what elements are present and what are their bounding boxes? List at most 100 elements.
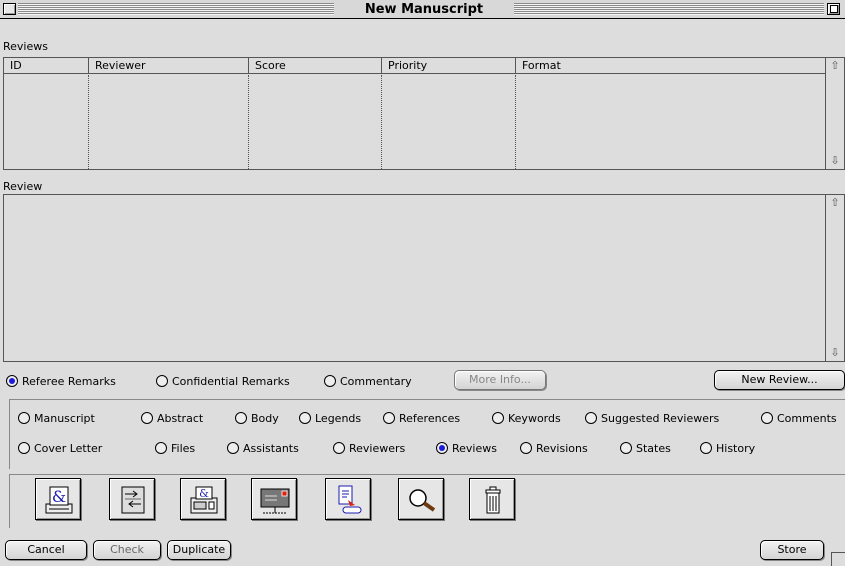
column-divider — [249, 75, 382, 169]
radio-label: Abstract — [157, 412, 204, 425]
zoom-box[interactable] — [827, 3, 840, 15]
scroll-down-icon[interactable]: ⇩ — [829, 347, 841, 359]
radio-label: Commentary — [340, 375, 412, 388]
reviews-scrollbar[interactable]: ⇧ ⇩ — [825, 58, 844, 169]
title-bar-stripes — [514, 3, 824, 15]
radio-icon — [155, 442, 167, 454]
column-header-score[interactable]: Score — [249, 58, 382, 74]
radio-label: Comments — [777, 412, 837, 425]
svg-text:&: & — [52, 487, 66, 506]
radio-commentary[interactable]: Commentary — [324, 374, 412, 390]
section-comments[interactable]: Comments — [761, 411, 837, 427]
radio-label: Legends — [315, 412, 362, 425]
radio-icon — [761, 412, 773, 424]
section-history[interactable]: History — [700, 441, 755, 457]
reviews-table-header: ID Reviewer Score Priority Format — [4, 58, 827, 74]
section-references[interactable]: References — [383, 411, 460, 427]
review-scrollbar[interactable]: ⇧ ⇩ — [825, 195, 844, 361]
section-keywords[interactable]: Keywords — [492, 411, 561, 427]
section-manuscript[interactable]: Manuscript — [18, 411, 95, 427]
radio-icon — [227, 442, 239, 454]
reviews-label: Reviews — [3, 40, 48, 53]
close-box[interactable] — [3, 3, 16, 15]
radio-label: Reviewers — [349, 442, 406, 455]
radio-icon — [235, 412, 247, 424]
new-review-button[interactable]: New Review... — [714, 370, 845, 390]
radio-icon — [520, 442, 532, 454]
section-panel — [9, 399, 845, 469]
section-suggested-reviewers[interactable]: Suggested Reviewers — [585, 411, 719, 427]
duplicate-button[interactable]: Duplicate — [167, 540, 231, 560]
section-reviewers[interactable]: Reviewers — [333, 441, 405, 457]
radio-confidential-remarks[interactable]: Confidential Remarks — [156, 374, 290, 390]
radio-label: Suggested Reviewers — [601, 412, 720, 425]
manuscript-window: New Manuscript Reviews ID Reviewer Score… — [0, 0, 845, 566]
title-bar-stripes — [18, 3, 334, 15]
store-button[interactable]: Store — [760, 540, 824, 560]
column-divider — [382, 75, 516, 169]
radio-selected-icon — [6, 375, 18, 387]
radio-icon — [492, 412, 504, 424]
check-button[interactable]: Check — [93, 540, 161, 560]
column-header-reviewer[interactable]: Reviewer — [89, 58, 249, 74]
radio-icon — [324, 375, 336, 387]
radio-icon — [620, 442, 632, 454]
review-text-area[interactable]: ⇧ ⇩ — [3, 194, 845, 362]
radio-label: Cover Letter — [34, 442, 103, 455]
svg-text:&: & — [199, 487, 209, 500]
radio-icon — [18, 442, 30, 454]
radio-icon — [18, 412, 30, 424]
radio-label: History — [716, 442, 756, 455]
radio-icon — [700, 442, 712, 454]
column-header-id[interactable]: ID — [4, 58, 89, 74]
radio-label: Files — [171, 442, 196, 455]
reviews-table[interactable]: ID Reviewer Score Priority Format ⇧ ⇩ — [3, 57, 845, 170]
radio-label: Keywords — [508, 412, 561, 425]
radio-label: Confidential Remarks — [172, 375, 290, 388]
radio-icon — [141, 412, 153, 424]
radio-label: Body — [251, 412, 279, 425]
scroll-up-icon[interactable]: ⇧ — [829, 197, 841, 209]
column-header-priority[interactable]: Priority — [382, 58, 516, 74]
radio-icon — [156, 375, 168, 387]
window-title: New Manuscript — [334, 1, 514, 18]
magnifier-icon[interactable] — [398, 478, 444, 520]
radio-icon — [333, 442, 345, 454]
trash-icon[interactable] — [469, 478, 515, 520]
cancel-button[interactable]: Cancel — [5, 540, 87, 560]
scroll-up-icon[interactable]: ⇧ — [829, 60, 841, 72]
section-states[interactable]: States — [620, 441, 671, 457]
fax-print-icon[interactable]: & — [180, 478, 226, 520]
letter-print-icon[interactable]: & — [35, 478, 81, 520]
radio-label: Referee Remarks — [22, 375, 116, 388]
radio-icon — [585, 412, 597, 424]
radio-label: Reviews — [452, 442, 497, 455]
radio-label: Assistants — [243, 442, 299, 455]
section-cover-letter[interactable]: Cover Letter — [18, 441, 102, 457]
radio-label: States — [636, 442, 671, 455]
resize-grip-icon[interactable] — [831, 552, 845, 566]
radio-selected-icon — [436, 442, 448, 454]
section-legends[interactable]: Legends — [299, 411, 361, 427]
section-reviews[interactable]: Reviews — [436, 441, 497, 457]
column-divider — [4, 75, 89, 169]
column-header-format[interactable]: Format — [516, 58, 827, 74]
radio-label: References — [399, 412, 461, 425]
radio-icon — [299, 412, 311, 424]
section-revisions[interactable]: Revisions — [520, 441, 588, 457]
radio-label: Manuscript — [34, 412, 95, 425]
document-export-icon[interactable] — [325, 478, 371, 520]
section-abstract[interactable]: Abstract — [141, 411, 203, 427]
section-files[interactable]: Files — [155, 441, 195, 457]
title-bar[interactable]: New Manuscript — [0, 0, 845, 19]
transfer-icon[interactable] — [109, 478, 155, 520]
review-label: Review — [3, 180, 43, 193]
mail-icon[interactable] — [251, 478, 297, 520]
column-divider — [89, 75, 249, 169]
radio-referee-remarks[interactable]: Referee Remarks — [6, 374, 116, 390]
scroll-down-icon[interactable]: ⇩ — [829, 155, 841, 167]
radio-label: Revisions — [536, 442, 588, 455]
section-body[interactable]: Body — [235, 411, 279, 427]
section-assistants[interactable]: Assistants — [227, 441, 299, 457]
more-info-button[interactable]: More Info... — [454, 370, 546, 390]
